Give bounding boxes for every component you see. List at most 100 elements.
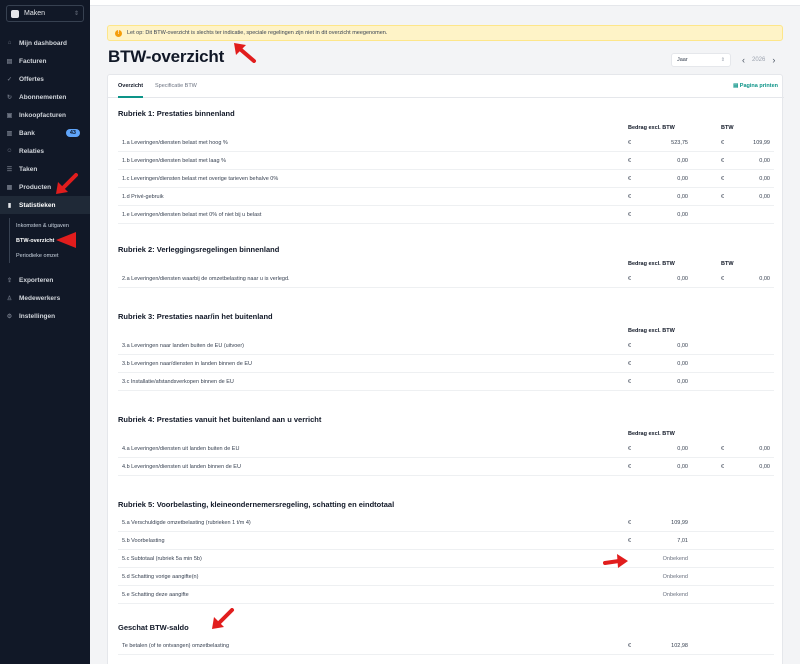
tasks-icon: ☰ xyxy=(6,166,13,173)
section-title: Rubriek 1: Prestaties binnenland xyxy=(118,109,235,118)
previous-year-button[interactable]: ‹ xyxy=(742,55,745,65)
btw-card: Overzicht Specificatie BTW ▤ Pagina prin… xyxy=(107,74,784,664)
sidebar-item-dashboard[interactable]: ⌂ Mijn dashboard xyxy=(0,34,90,52)
vat-value: 0,00 xyxy=(759,158,770,164)
table-row: 1.a Leveringen/diensten belast met hoog … xyxy=(118,134,774,152)
sidebar-item-label: Medewerkers xyxy=(19,294,61,302)
sidebar-item-label: Producten xyxy=(19,183,52,191)
vat-value: 0,00 xyxy=(759,176,770,182)
sidebar-item-statistieken[interactable]: ▮ Statistieken xyxy=(0,196,90,214)
next-year-button[interactable]: › xyxy=(772,55,775,65)
table-row: 5.e Schatting deze aangifte Onbekend xyxy=(118,586,774,604)
annotation-arrow-icon xyxy=(56,173,78,194)
sidebar-item-facturen[interactable]: ▤ Facturen xyxy=(0,52,90,70)
row-label: 5.b Voorbelasting xyxy=(122,538,165,544)
printer-icon: ▤ xyxy=(733,83,739,89)
vat-value: 0,00 xyxy=(759,446,770,452)
sidebar-item-label: Instellingen xyxy=(19,312,56,320)
amount-value: 0,00 xyxy=(677,158,688,164)
table-row: 1.c Leveringen/diensten belast met overi… xyxy=(118,170,774,188)
row-label: 4.a Leveringen/diensten uit landen buite… xyxy=(122,446,240,452)
column-header-vat: BTW xyxy=(721,125,734,131)
annotation-arrow-icon xyxy=(234,43,256,63)
table-row: 3.b Leveringen naar/diensten in landen b… xyxy=(118,355,774,373)
sidebar-item-offertes[interactable]: ✓ Offertes xyxy=(0,70,90,88)
row-label: 4.b Leveringen/diensten uit landen binne… xyxy=(122,464,241,470)
annotation-arrow-icon xyxy=(603,554,628,568)
sidebar-item-bank[interactable]: ▥ Bank 43 xyxy=(0,124,90,142)
sidebar-item-label: Abonnementen xyxy=(19,93,67,101)
sidebar-item-exporteren[interactable]: ⇪ Exporteren xyxy=(0,271,90,289)
sidebar-item-relaties[interactable]: ☺ Relaties xyxy=(0,142,90,160)
warning-icon: ! xyxy=(115,29,122,37)
amount-value: 0,00 xyxy=(677,276,688,282)
table-row: 5.c Subtotaal (rubriek 5a min 5b) Onbeken… xyxy=(118,550,774,568)
row-label: 5.e Schatting deze aangifte xyxy=(122,592,189,598)
year-label: 2026 xyxy=(752,57,766,63)
annotation-arrow-icon xyxy=(212,608,234,629)
amount-value: 0,00 xyxy=(677,176,688,182)
sidebar-item-label: Bank xyxy=(19,129,35,137)
table-row: 5.a Verschuldigde omzetbelasting (rubrie… xyxy=(118,514,774,532)
document-icon: ▤ xyxy=(6,58,13,65)
row-label: 2.a Leveringen/diensten waarbij de omzet… xyxy=(122,276,290,282)
sidebar-item-medewerkers[interactable]: ♙ Medewerkers xyxy=(0,289,90,307)
table-row: Te betalen (of te ontvangen) omzetbelast… xyxy=(118,637,774,655)
table-row: 5.b Voorbelasting €7,01 xyxy=(118,532,774,550)
table-row: 1.e Leveringen/diensten belast met 0% of… xyxy=(118,206,774,224)
sidebar-item-label: Relaties xyxy=(19,147,44,155)
users-icon: ☺ xyxy=(6,148,13,154)
section-title: Rubriek 3: Prestaties naar/in het buiten… xyxy=(118,312,273,321)
check-icon: ✓ xyxy=(6,76,13,83)
bank-icon: ▥ xyxy=(6,130,13,137)
table-row: 4.b Leveringen/diensten uit landen binne… xyxy=(118,458,774,476)
table-row: 3.c Installatie/afstandsverkopen binnen … xyxy=(118,373,774,391)
row-label: 3.b Leveringen naar/diensten in landen b… xyxy=(122,361,252,367)
amount-value: 0,00 xyxy=(677,379,688,385)
tab-overzicht[interactable]: Overzicht xyxy=(118,83,144,98)
top-bar xyxy=(90,0,800,6)
print-page-button[interactable]: ▤ Pagina printen xyxy=(733,83,778,89)
column-header-amount: Bedrag excl. BTW xyxy=(628,125,675,131)
column-header-amount: Bedrag excl. BTW xyxy=(628,328,675,334)
alert-text: Let op: Dit BTW-overzicht is slechts ter… xyxy=(127,30,388,36)
row-label: 1.c Leveringen/diensten belast met overi… xyxy=(122,176,279,182)
sidebar-item-inkoopfacturen[interactable]: ▣ Inkoopfacturen xyxy=(0,106,90,124)
row-label: 1.a Leveringen/diensten belast met hoog … xyxy=(122,140,228,146)
row-label: 3.a Leveringen naar landen buiten de EU … xyxy=(122,343,244,349)
box-icon: ▦ xyxy=(6,184,13,191)
tab-specificatie-btw[interactable]: Specificatie BTW xyxy=(155,83,197,89)
vat-value: 0,00 xyxy=(759,276,770,282)
sidebar-item-label: Mijn dashboard xyxy=(19,39,68,47)
print-label: Pagina printen xyxy=(739,83,778,89)
row-label: 1.b Leveringen/diensten belast met laag … xyxy=(122,158,226,164)
amount-value: 102,98 xyxy=(671,643,688,649)
export-icon: ⇪ xyxy=(6,277,13,284)
table-row: 4.a Leveringen/diensten uit landen buite… xyxy=(118,440,774,458)
amount-value: 523,75 xyxy=(671,140,688,146)
annotation-arrow-icon xyxy=(56,232,76,248)
row-label: 1.d Privé-gebruik xyxy=(122,194,164,200)
vat-value: 0,00 xyxy=(759,464,770,470)
row-label: 3.c Installatie/afstandsverkopen binnen … xyxy=(122,379,234,385)
section-title: Rubriek 4: Prestaties vanuit het buitenl… xyxy=(118,415,322,424)
sidebar-item-abonnementen[interactable]: ↻ Abonnementen xyxy=(0,88,90,106)
section-title: Rubriek 5: Voorbelasting, kleineondernem… xyxy=(118,500,395,509)
sidebar-item-instellingen[interactable]: ⚙ Instellingen xyxy=(0,307,90,325)
column-header-amount: Bedrag excl. BTW xyxy=(628,261,675,267)
row-label: 5.c Subtotaal (rubriek 5a min 5b) xyxy=(122,556,202,562)
company-logo-icon xyxy=(11,9,19,18)
sidebar-item-label: Offertes xyxy=(19,75,44,83)
table-row: 2.a Leveringen/diensten waarbij de omzet… xyxy=(118,270,774,288)
company-switcher[interactable]: Maken ⇕ xyxy=(6,5,84,22)
table-row: 3.a Leveringen naar landen buiten de EU … xyxy=(118,337,774,355)
row-label: 1.e Leveringen/diensten belast met 0% of… xyxy=(122,212,262,218)
period-select-value: Jaar xyxy=(677,57,688,63)
inbox-icon: ▣ xyxy=(6,112,13,119)
tab-bar: Overzicht Specificatie BTW ▤ Pagina prin… xyxy=(108,75,784,98)
unknown-value: Onbekend xyxy=(662,556,688,562)
amount-value: 0,00 xyxy=(677,212,688,218)
period-select[interactable]: Jaar ⇕ xyxy=(671,53,731,67)
amount-value: 0,00 xyxy=(677,464,688,470)
sidebar-item-label: Statistieken xyxy=(19,201,56,209)
